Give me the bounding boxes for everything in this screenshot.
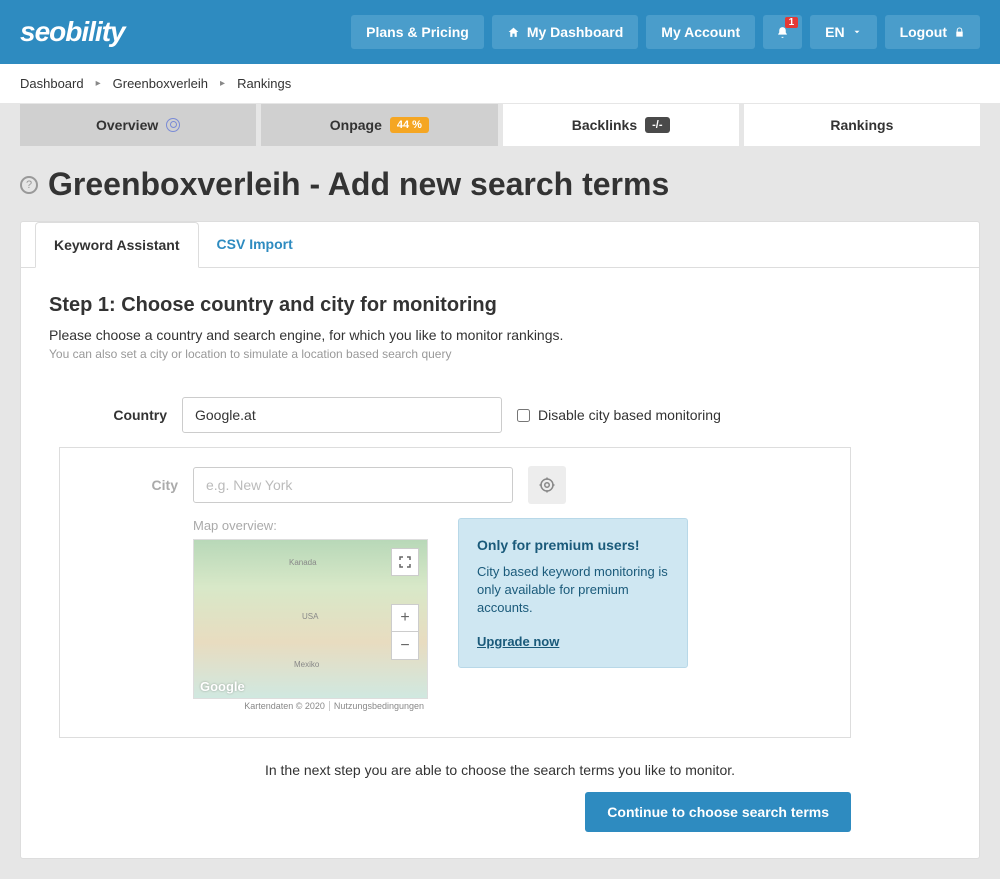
language-button[interactable]: EN [810, 15, 876, 49]
map-fullscreen-button[interactable] [391, 548, 419, 576]
my-dashboard-button[interactable]: My Dashboard [492, 15, 638, 49]
help-icon[interactable]: ? [20, 176, 38, 194]
map-provider-logo: Google [200, 679, 245, 694]
logo[interactable]: seobility [20, 16, 125, 48]
continue-button[interactable]: Continue to choose search terms [585, 792, 851, 832]
panel-tabs: Keyword Assistant CSV Import [21, 222, 979, 268]
logout-button[interactable]: Logout [885, 15, 980, 49]
step-title: Step 1: Choose country and city for moni… [49, 294, 951, 317]
country-row: Country Disable city based monitoring [49, 397, 951, 433]
page-title: Greenboxverleih - Add new search terms [48, 166, 669, 203]
map-label: Map overview: [193, 518, 428, 533]
chevron-right-icon: ▸ [96, 78, 101, 89]
city-section: City Map overview: Kanada USA Mex [59, 447, 851, 738]
disable-city-checkbox[interactable]: Disable city based monitoring [517, 407, 721, 423]
tab-keyword-assistant[interactable]: Keyword Assistant [35, 222, 199, 268]
premium-notice: Only for premium users! City based keywo… [458, 518, 688, 668]
map-zoom-in-button[interactable]: + [391, 604, 419, 632]
country-label: Country [49, 407, 167, 423]
map-column: Map overview: Kanada USA Mexiko [193, 518, 428, 711]
globe-icon [166, 118, 180, 132]
target-icon [538, 476, 556, 494]
chevron-down-icon [852, 27, 862, 37]
tab-onpage[interactable]: Onpage 44 % [261, 104, 497, 146]
page-title-row: ? Greenboxverleih - Add new search terms [20, 166, 980, 203]
breadcrumb-rankings[interactable]: Rankings [237, 76, 291, 91]
map-label-canada: Kanada [289, 558, 317, 567]
keyword-panel: Keyword Assistant CSV Import Step 1: Cho… [20, 221, 980, 859]
tab-overview[interactable]: Overview [20, 104, 256, 146]
step-hint: You can also set a city or location to s… [49, 347, 951, 361]
map-overview[interactable]: Kanada USA Mexiko + − [193, 539, 428, 699]
main-tabs: Overview Onpage 44 % Backlinks -/- Ranki… [0, 104, 1000, 146]
breadcrumb-dashboard[interactable]: Dashboard [20, 76, 84, 91]
tab-backlinks[interactable]: Backlinks -/- [503, 104, 739, 146]
continue-wrap: Continue to choose search terms [49, 792, 951, 832]
map-row: Map overview: Kanada USA Mexiko [193, 518, 832, 711]
backlinks-badge: -/- [645, 117, 669, 133]
tab-rankings[interactable]: Rankings [744, 104, 980, 146]
chevron-right-icon: ▸ [220, 78, 225, 89]
premium-title: Only for premium users! [477, 537, 669, 553]
disable-city-checkbox-input[interactable] [517, 409, 530, 422]
city-label: City [60, 477, 178, 493]
map-label-mexico: Mexiko [294, 660, 319, 669]
lock-icon [954, 27, 965, 38]
city-input[interactable] [193, 467, 513, 503]
notification-badge: 1 [785, 17, 799, 28]
country-select[interactable] [182, 397, 502, 433]
next-step-hint: In the next step you are able to choose … [49, 762, 951, 778]
upgrade-now-link[interactable]: Upgrade now [477, 634, 559, 649]
tab-csv-import[interactable]: CSV Import [199, 222, 311, 267]
form-block: Country Disable city based monitoring Ci… [49, 397, 951, 738]
premium-description: City based keyword monitoring is only av… [477, 563, 669, 618]
onpage-score-badge: 44 % [390, 117, 429, 133]
plans-pricing-button[interactable]: Plans & Pricing [351, 15, 484, 49]
map-fullscreen-controls [391, 548, 419, 576]
my-account-button[interactable]: My Account [646, 15, 755, 49]
map-zoom-controls: + − [391, 604, 419, 660]
nav-buttons: Plans & Pricing My Dashboard My Account … [351, 15, 980, 49]
map-label-usa: USA [302, 612, 318, 621]
content-area: ? Greenboxverleih - Add new search terms… [0, 146, 1000, 879]
map-zoom-out-button[interactable]: − [391, 632, 419, 660]
step-description: Please choose a country and search engin… [49, 327, 951, 343]
locate-button[interactable] [528, 466, 566, 504]
map-attribution: Kartendaten © 2020Nutzungsbedingungen [193, 701, 428, 711]
breadcrumb: Dashboard ▸ Greenboxverleih ▸ Rankings [0, 64, 1000, 103]
fullscreen-icon [399, 556, 411, 568]
notifications-button[interactable]: 1 [763, 15, 802, 49]
panel-body: Step 1: Choose country and city for moni… [21, 268, 979, 858]
city-row: City [60, 466, 832, 504]
home-icon [507, 26, 520, 39]
header-bar: seobility Plans & Pricing My Dashboard M… [0, 0, 1000, 64]
breadcrumb-project[interactable]: Greenboxverleih [113, 76, 208, 91]
